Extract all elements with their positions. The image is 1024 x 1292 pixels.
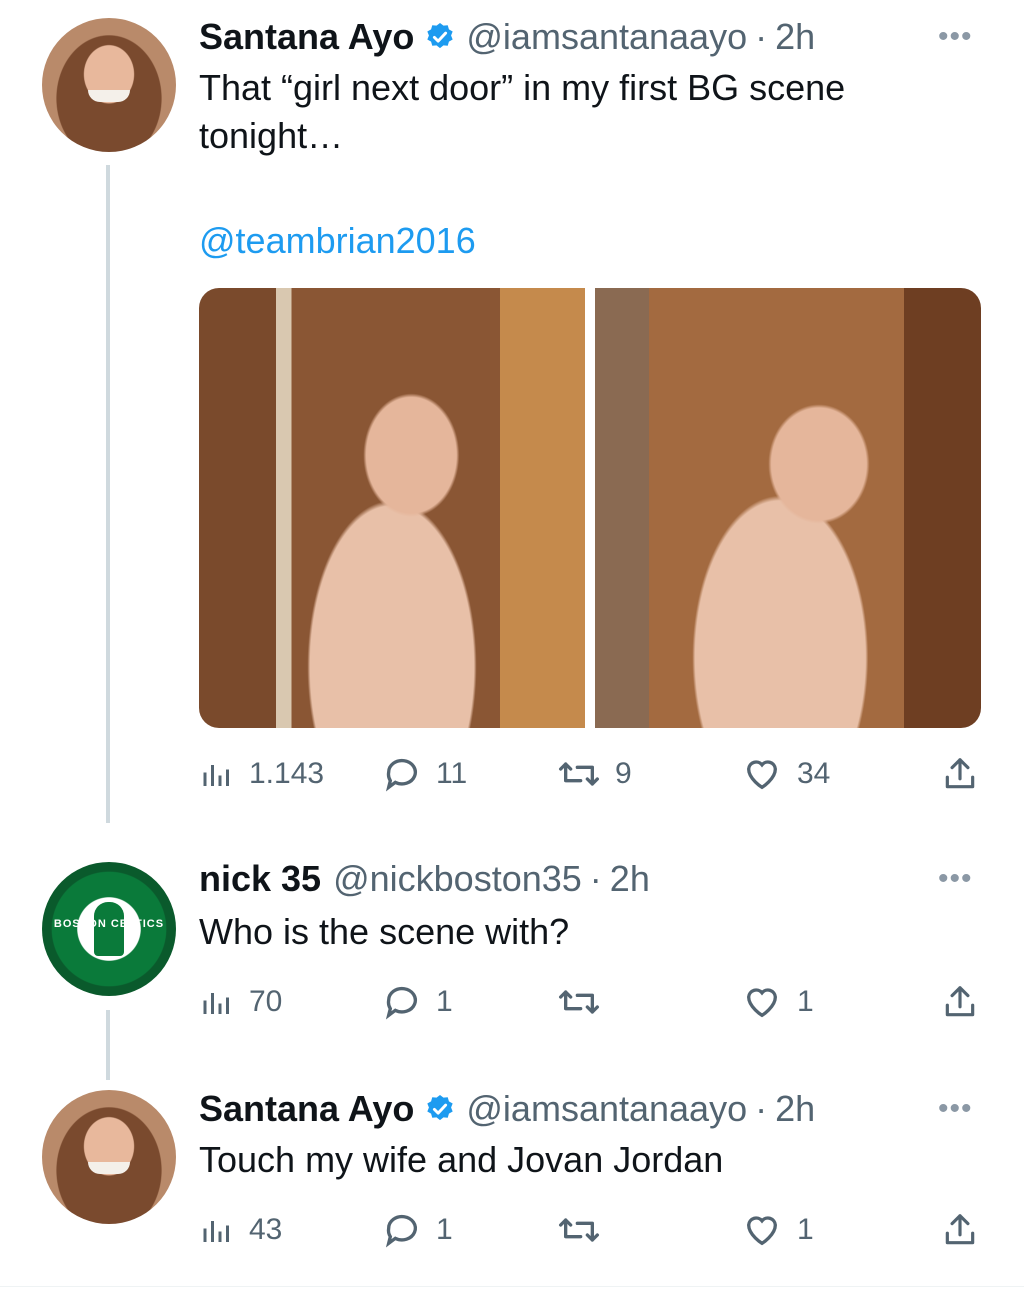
views-stat[interactable]: 43 [199, 1208, 282, 1252]
reply-icon [385, 986, 417, 1020]
selfie-photo-left[interactable] [199, 288, 585, 728]
retweet-icon [559, 762, 599, 786]
author-handle[interactable]: @nickboston35 [333, 858, 582, 900]
like-count: 34 [797, 757, 831, 790]
reply-count: 1 [436, 985, 453, 1018]
like-button[interactable]: 34 [741, 752, 830, 796]
tweet-text: Touch my wife and Jovan Jordan [199, 1139, 724, 1180]
tweet[interactable]: BOSTON CELTICS nick 35 @nickboston35 · 2… [0, 840, 1024, 1070]
share-icon [945, 986, 975, 1017]
retweet-button[interactable]: 9 [557, 752, 632, 796]
like-count: 1 [797, 1213, 814, 1246]
tweet-media [199, 288, 981, 728]
retweet-icon [559, 1218, 599, 1242]
reply-icon [385, 1214, 417, 1248]
heart-icon [746, 988, 778, 1018]
views-stat[interactable]: 70 [199, 980, 282, 1024]
reply-button[interactable]: 1 [382, 980, 453, 1024]
selfie-photo-right[interactable] [595, 288, 981, 728]
author-handle[interactable]: @iamsantanaayo [466, 1088, 747, 1130]
tweet-time[interactable]: 2h [610, 858, 650, 900]
reply-button[interactable]: 11 [382, 752, 467, 796]
separator-dot: · [755, 1088, 768, 1129]
like-button[interactable]: 1 [741, 1208, 814, 1252]
tweet-text-line: That “girl next door” in my first BG sce… [199, 67, 846, 108]
more-options-icon[interactable]: ••• [938, 1092, 973, 1126]
heart-icon [746, 760, 778, 790]
author-name[interactable]: nick 35 [199, 858, 321, 900]
tweet[interactable]: Santana Ayo @iamsantanaayo · 2h ••• That… [0, 0, 1024, 830]
reply-count: 1 [436, 1213, 453, 1246]
avatar[interactable] [42, 1090, 176, 1224]
avatar[interactable] [42, 18, 176, 152]
tweet-header: Santana Ayo @iamsantanaayo · 2h [199, 1086, 815, 1132]
share-icon [945, 1214, 975, 1245]
share-icon [945, 758, 975, 789]
avatar[interactable]: BOSTON CELTICS [42, 862, 176, 996]
tweet-actions: 70 1 1 [199, 980, 989, 1024]
reply-button[interactable]: 1 [382, 1208, 453, 1252]
retweet-icon [559, 990, 599, 1014]
tweet-text: That “girl next door” in my first BG sce… [199, 64, 979, 160]
share-button[interactable] [941, 1208, 979, 1252]
more-options-icon[interactable]: ••• [938, 862, 973, 896]
retweet-button[interactable] [557, 1208, 615, 1252]
views-stat[interactable]: 1.143 [199, 752, 324, 796]
tweet-actions: 1.143 11 9 34 [199, 752, 989, 796]
reply-icon [385, 758, 417, 792]
tweet-actions: 43 1 1 [199, 1208, 989, 1252]
retweet-count: 9 [615, 757, 632, 790]
views-icon [203, 993, 229, 1014]
views-count: 43 [249, 1213, 283, 1246]
avatar-logo-text: BOSTON CELTICS [53, 918, 165, 930]
mention-link[interactable]: @teambrian2016 [199, 220, 476, 262]
like-count: 1 [797, 985, 814, 1018]
tweet-header: Santana Ayo @iamsantanaayo · 2h [199, 14, 815, 60]
verified-badge-icon [427, 23, 454, 49]
like-button[interactable]: 1 [741, 980, 814, 1024]
views-icon [203, 1221, 229, 1242]
tweet-header: nick 35 @nickboston35 · 2h [199, 856, 650, 902]
views-icon [203, 765, 229, 786]
separator-dot: · [755, 16, 768, 57]
tweet-time[interactable]: 2h [775, 16, 815, 58]
author-handle[interactable]: @iamsantanaayo [466, 16, 747, 58]
share-button[interactable] [941, 752, 979, 796]
divider [0, 1286, 1024, 1287]
more-options-icon[interactable]: ••• [938, 20, 973, 54]
tweet-text: Who is the scene with? [199, 911, 570, 952]
author-name[interactable]: Santana Ayo [199, 1088, 414, 1130]
heart-icon [746, 1216, 778, 1246]
author-name[interactable]: Santana Ayo [199, 16, 414, 58]
share-button[interactable] [941, 980, 979, 1024]
separator-dot: · [589, 858, 602, 899]
views-count: 70 [249, 985, 283, 1018]
retweet-button[interactable] [557, 980, 615, 1024]
tweet-text-line: tonight… [199, 115, 344, 156]
reply-count: 11 [436, 757, 468, 790]
views-count: 1.143 [249, 757, 325, 790]
tweet-time[interactable]: 2h [775, 1088, 815, 1130]
verified-badge-icon [427, 1095, 454, 1121]
tweet[interactable]: Santana Ayo @iamsantanaayo · 2h ••• Touc… [0, 1074, 1024, 1284]
